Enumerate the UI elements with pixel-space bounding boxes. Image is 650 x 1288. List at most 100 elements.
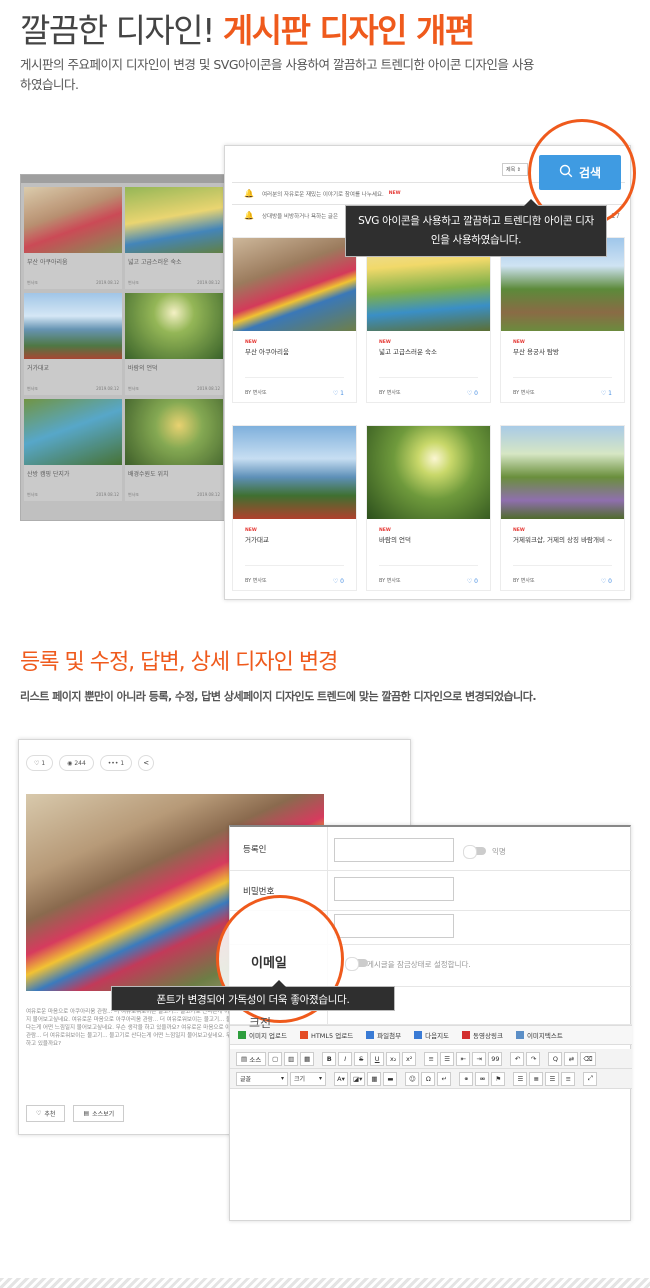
sort-select[interactable]: 제목 ⇕ xyxy=(502,163,528,176)
underline-button[interactable]: U xyxy=(370,1051,385,1066)
card-thumbnail[interactable] xyxy=(367,426,490,519)
heart-icon[interactable]: ♡ 1 xyxy=(601,390,612,397)
document-icon: ▤ xyxy=(83,1110,90,1117)
back-card-date: 2019.08.12 xyxy=(197,492,220,497)
horizontal-line-icon[interactable]: ▬ xyxy=(383,1071,398,1086)
gallery-card[interactable]: NEW 거제워크샵, 거제의 상징 바람개비 ~ BY 변사또 ♡ 0 xyxy=(500,425,625,591)
back-card: 넓고 고급스러운 숙소 변사또 2019.08.12 xyxy=(125,187,223,289)
bullet-list-icon[interactable]: ☰ xyxy=(440,1051,455,1066)
card-title[interactable]: 거제워크샵, 거제의 상징 바람개비 ~ xyxy=(513,536,618,545)
card-title[interactable]: 거가대교 xyxy=(245,536,350,545)
find-button[interactable]: Q xyxy=(548,1051,563,1066)
italic-button[interactable]: I xyxy=(338,1051,353,1066)
redo-button[interactable]: ↷ xyxy=(526,1051,541,1066)
text-color-icon[interactable]: A▾ xyxy=(334,1071,348,1086)
preview-icon[interactable]: ▥ xyxy=(284,1051,299,1066)
back-card: 부산 아쿠아리움 변사또 2019.08.12 xyxy=(24,187,122,289)
card-title[interactable]: 부산 용궁사 탐방 xyxy=(513,348,618,357)
author-label: 등록인 xyxy=(230,827,328,870)
password-input[interactable] xyxy=(334,877,454,901)
tab-html5-upload[interactable]: HTML5 업로드 xyxy=(299,1030,353,1040)
email-input[interactable] xyxy=(334,914,454,938)
font-select[interactable]: 글꼴 ▾ xyxy=(236,1071,288,1086)
gallery-card[interactable]: NEW 넓고 고급스러운 숙소 BY 변사또 ♡ 0 xyxy=(366,237,491,403)
image-text-icon xyxy=(515,1031,524,1039)
new-page-icon[interactable]: ▢ xyxy=(268,1051,283,1066)
align-justify-icon[interactable]: ≡ xyxy=(561,1071,576,1086)
card-title[interactable]: 넓고 고급스러운 숙소 xyxy=(379,348,484,357)
subscript-button[interactable]: x₂ xyxy=(386,1051,401,1066)
recommend-button[interactable]: ♡ 추천 xyxy=(26,1105,66,1122)
sort-select-label: 제목 xyxy=(506,167,516,173)
tab-image-text[interactable]: 이미지텍스트 xyxy=(515,1030,563,1040)
chevron-down-icon: ⇕ xyxy=(516,167,521,173)
size-select[interactable]: 크기 ▾ xyxy=(290,1071,326,1086)
anonymous-label: 익명 xyxy=(492,847,506,856)
secret-toggle[interactable] xyxy=(345,957,368,971)
divider xyxy=(245,565,344,566)
heart-icon[interactable]: ♡ 0 xyxy=(601,578,612,585)
numbered-list-icon[interactable]: ≡ xyxy=(424,1051,439,1066)
gallery-card[interactable]: NEW 부산 용궁사 탐방 BY 변사또 ♡ 1 xyxy=(500,237,625,403)
card-title[interactable]: 부산 아쿠아리움 xyxy=(245,348,350,357)
back-card-date: 2019.08.12 xyxy=(197,386,220,391)
card-author: BY 변사또 xyxy=(379,578,401,584)
heart-icon[interactable]: ♡ 0 xyxy=(467,390,478,397)
superscript-button[interactable]: x² xyxy=(402,1051,417,1066)
detail-buttons: ♡ 추천 ▤ 소스보기 xyxy=(26,1105,125,1122)
author-input[interactable] xyxy=(334,838,454,862)
back-card-meta: 변사또 2019.08.12 xyxy=(24,478,122,498)
card-title[interactable]: 바람의 언덕 xyxy=(379,536,484,545)
align-left-icon[interactable]: ☰ xyxy=(513,1071,528,1086)
font-tooltip: 폰트가 변경되어 가독성이 더욱 좋아졌습니다. xyxy=(111,980,395,1011)
emoticon-icon[interactable]: ☺ xyxy=(405,1071,420,1086)
blockquote-button[interactable]: 99 xyxy=(488,1051,503,1066)
tab-file-attach[interactable]: 파일첨부 xyxy=(366,1030,401,1040)
background-color-icon[interactable]: ◪▾ xyxy=(350,1071,366,1086)
template-icon[interactable]: ▦ xyxy=(300,1051,315,1066)
special-char-icon[interactable]: Ω xyxy=(421,1071,436,1086)
tab-image-upload[interactable]: 이미지 업로드 xyxy=(238,1030,287,1040)
strike-button[interactable]: S xyxy=(354,1051,369,1066)
view-source-button[interactable]: ▤ 소스보기 xyxy=(73,1105,125,1122)
undo-button[interactable]: ↶ xyxy=(510,1051,525,1066)
new-badge: NEW xyxy=(245,340,257,345)
gallery-card[interactable]: NEW 거가대교 BY 변사또 ♡ 0 xyxy=(232,425,357,591)
secret-description: 게시글을 잠금상태로 설정합니다. xyxy=(367,960,471,969)
card-thumbnail[interactable] xyxy=(501,426,624,519)
like-pill[interactable]: ♡ 1 xyxy=(26,755,54,771)
page-break-icon[interactable]: ↵ xyxy=(437,1071,452,1086)
anonymous-toggle[interactable] xyxy=(463,845,486,859)
gallery-card[interactable]: NEW 부산 아쿠아리움 BY 변사또 ♡ 1 xyxy=(232,237,357,403)
indent-icon[interactable]: ⇥ xyxy=(472,1051,487,1066)
table-icon[interactable]: ▦ xyxy=(367,1071,382,1086)
back-card-title: 배경수원도 위치 xyxy=(128,471,169,478)
source-button[interactable]: ▤ 소스 xyxy=(236,1051,267,1066)
more-pill[interactable]: ••• 1 xyxy=(99,755,133,771)
link-icon[interactable]: ⚭ xyxy=(459,1071,474,1086)
tab-video-link[interactable]: 동영상링크 xyxy=(462,1030,503,1040)
outdent-icon[interactable]: ⇤ xyxy=(456,1051,471,1066)
card-thumbnail[interactable] xyxy=(233,238,356,331)
unlink-icon[interactable]: ⚮ xyxy=(475,1071,490,1086)
align-center-icon[interactable]: ≣ xyxy=(529,1071,544,1086)
search-button[interactable]: 검색 xyxy=(539,155,621,190)
anchor-flag-icon[interactable]: ⚑ xyxy=(491,1071,506,1086)
maximize-icon[interactable]: ⤢ xyxy=(583,1071,598,1086)
back-card-meta: 변사또 2019.08.12 xyxy=(125,478,223,498)
tab-daum-map[interactable]: 다음지도 xyxy=(414,1030,449,1040)
bold-button[interactable]: B xyxy=(322,1051,337,1066)
card-author: BY 변사또 xyxy=(513,390,535,396)
share-icon[interactable]: < xyxy=(138,755,155,771)
card-thumbnail[interactable] xyxy=(233,426,356,519)
heart-icon[interactable]: ♡ 0 xyxy=(467,578,478,585)
heart-icon[interactable]: ♡ 1 xyxy=(333,390,344,397)
search-button-label: 검색 xyxy=(578,166,602,180)
heart-icon[interactable]: ♡ 0 xyxy=(333,578,344,585)
eye-icon: ◉ xyxy=(67,759,73,767)
gallery-card[interactable]: NEW 바람의 언덕 BY 변사또 ♡ 0 xyxy=(366,425,491,591)
align-right-icon[interactable]: ☰ xyxy=(545,1071,560,1086)
eraser-icon[interactable]: ⌫ xyxy=(580,1051,596,1066)
back-card-date: 2019.08.12 xyxy=(96,386,119,391)
replace-icon[interactable]: ⇄ xyxy=(564,1051,579,1066)
